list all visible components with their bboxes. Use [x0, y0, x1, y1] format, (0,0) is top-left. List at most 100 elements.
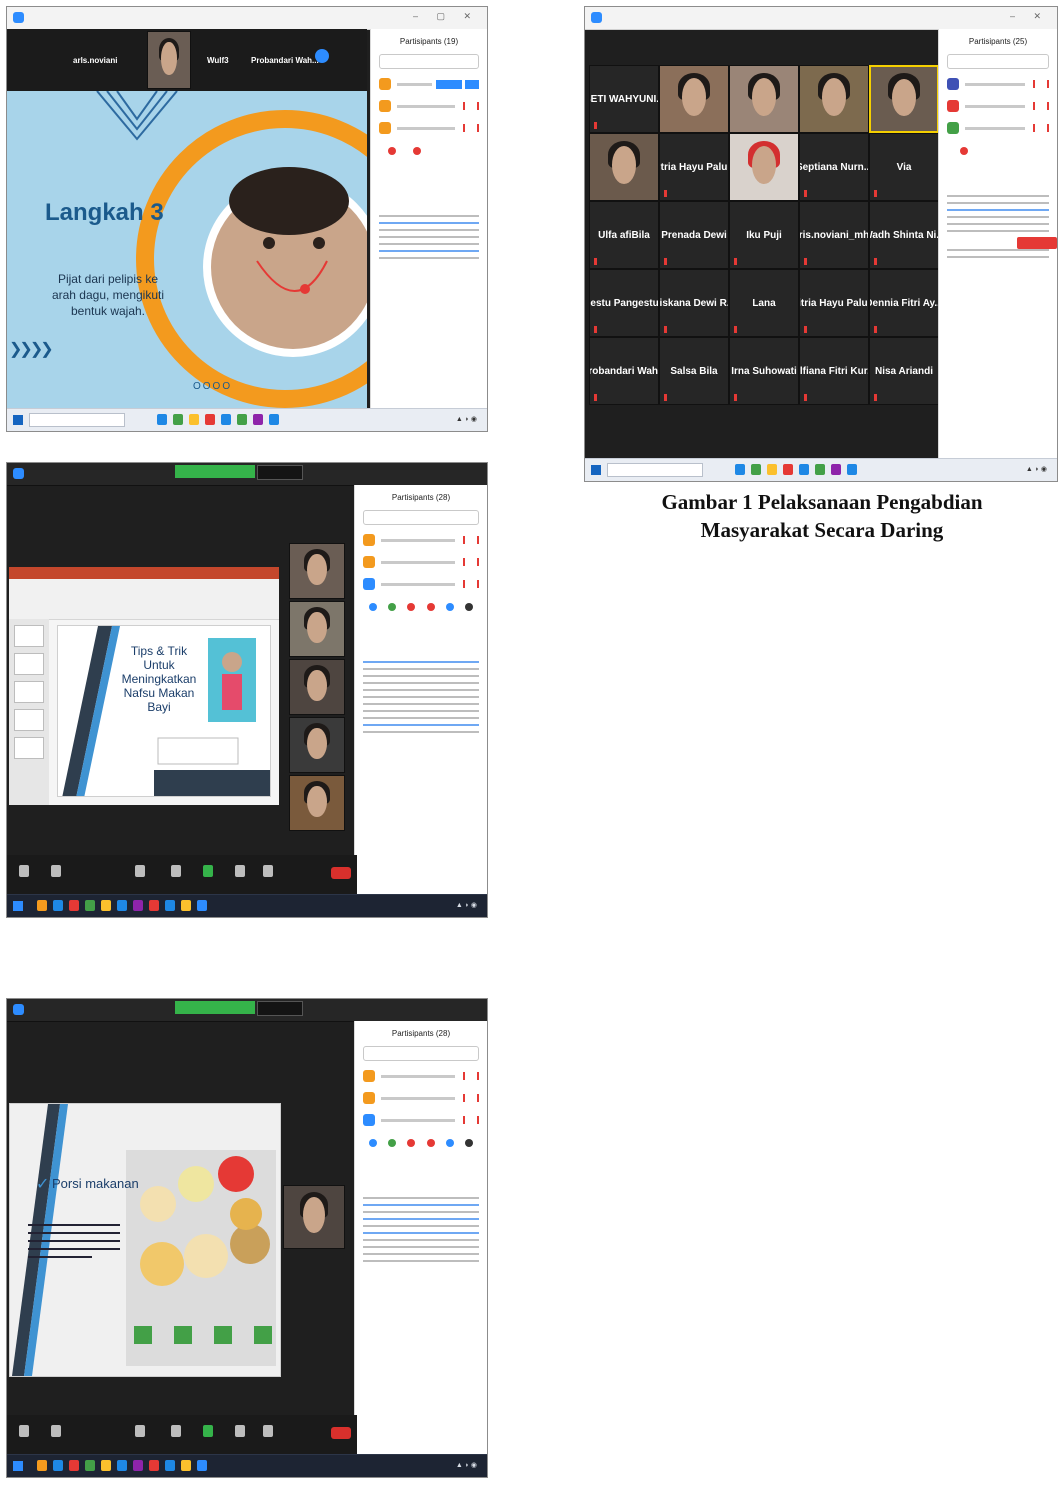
video-button[interactable]: [51, 1425, 61, 1437]
participant-row[interactable]: [363, 555, 479, 569]
participant-name: Irna Suhowati: [731, 365, 797, 377]
participants-button[interactable]: [135, 865, 145, 877]
gallery-tile: Irna Suhowati: [729, 337, 799, 405]
speaker-video: [147, 31, 191, 89]
participants-panel: Partisipants (19): [370, 29, 487, 409]
participants-header: Partisipants (28): [391, 1029, 451, 1038]
taskbar-apps[interactable]: [157, 414, 279, 425]
gallery-tile: Siskana Dewi R...: [659, 269, 729, 337]
reaction-bar[interactable]: [947, 147, 1049, 155]
participant-video: [289, 659, 345, 715]
taskbar-apps[interactable]: [37, 900, 207, 911]
participant-row[interactable]: [947, 77, 1049, 91]
windows-taskbar: ▲ ◗ ◉: [7, 408, 487, 431]
slide-canvas: Tips & Trik Untuk Meningkatkan Nafsu Mak…: [57, 625, 271, 797]
gallery-tile: Fitria Hayu Palupi: [659, 133, 729, 201]
participant-name: Lana: [752, 297, 776, 309]
gallery-tile: Via: [869, 133, 939, 201]
title-bar: – ✕: [585, 7, 1057, 30]
speaker-name-3: Probandari Wah...: [251, 56, 319, 65]
stop-share-button[interactable]: [257, 465, 303, 480]
record-button[interactable]: [235, 865, 245, 877]
participant-name: Fitria Hayu Palupi: [660, 161, 728, 173]
share-screen-button[interactable]: [203, 1425, 213, 1437]
participant-row[interactable]: [363, 1113, 479, 1127]
window-controls[interactable]: – ✕: [1010, 11, 1049, 22]
participant-search-input[interactable]: [379, 54, 479, 69]
gallery-tile: Probandari Wah...: [589, 337, 659, 405]
windows-start-icon[interactable]: [13, 415, 23, 425]
participant-name: aris.noviani_mhk: [799, 229, 869, 241]
participant-row[interactable]: [947, 121, 1049, 135]
chevron-arrows-icon: ❯❯❯❯: [9, 341, 54, 358]
participant-row[interactable]: [379, 121, 479, 135]
mute-button[interactable]: [19, 1425, 29, 1437]
chat-popup[interactable]: [1017, 237, 1057, 249]
share-screen-button[interactable]: [203, 865, 213, 877]
chat-button[interactable]: [171, 1425, 181, 1437]
taskbar-apps[interactable]: [735, 464, 857, 475]
reaction-bar[interactable]: [363, 603, 479, 611]
participant-row[interactable]: [379, 77, 479, 91]
windows-start-icon[interactable]: [13, 1461, 23, 1471]
participant-row[interactable]: [379, 99, 479, 113]
participant-row[interactable]: [363, 577, 479, 591]
participant-video-active-speaker: [869, 65, 939, 133]
screenshot-zoom-meeting-3: Tips & Trik Untuk Meningkatkan Nafsu Mak…: [6, 462, 488, 918]
participant-search-input[interactable]: [363, 1046, 479, 1061]
reaction-bar[interactable]: [363, 1139, 479, 1147]
participant-name: Salsa Bila: [670, 365, 718, 377]
windows-start-icon[interactable]: [13, 901, 23, 911]
taskbar-search-input[interactable]: [29, 413, 125, 427]
participant-name: Alfiana Fitri Kur...: [799, 365, 868, 377]
participant-search-input[interactable]: [363, 510, 479, 525]
participant-video: [729, 65, 799, 133]
more-button[interactable]: [465, 79, 479, 89]
slide-body-lines: [28, 1224, 120, 1264]
gallery-tile: Iku Puji: [729, 201, 799, 269]
window-controls[interactable]: – ▢ ✕: [413, 11, 479, 22]
figure-caption: Gambar 1 Pelaksanaan Pengabdian Masyarak…: [586, 488, 1058, 544]
chat-button[interactable]: [171, 865, 181, 877]
participant-name: Restu Pangestuti: [590, 297, 659, 309]
windows-start-icon[interactable]: [591, 465, 601, 475]
slide-title: Tips & Trik Untuk Meningkatkan Nafsu Mak…: [121, 644, 197, 714]
participants-button[interactable]: [135, 1425, 145, 1437]
slide-decoration: [96, 91, 367, 408]
participant-row[interactable]: [363, 533, 479, 547]
participant-name: Prenada Dewi: [661, 229, 727, 241]
taskbar-apps[interactable]: [37, 1460, 207, 1471]
zoom-logo-icon: [13, 12, 24, 23]
participant-row[interactable]: [947, 99, 1049, 113]
mute-button[interactable]: [19, 865, 29, 877]
record-button[interactable]: [235, 1425, 245, 1437]
participant-name: Probandari Wah...: [590, 365, 658, 377]
taskbar-search-input[interactable]: [607, 463, 703, 477]
slide-text: Pijat dari pelipis ke arah dagu, mengiku…: [51, 272, 165, 318]
next-page-icon[interactable]: [315, 49, 329, 63]
video-button[interactable]: [51, 865, 61, 877]
participant-search-input[interactable]: [947, 54, 1049, 69]
speaker-name-1: arls.noviani: [73, 56, 118, 65]
gallery-tile: Restu Pangestuti: [589, 269, 659, 337]
host-button[interactable]: [436, 79, 462, 89]
title-bar: [7, 463, 487, 486]
participant-video: [289, 775, 345, 831]
powerpoint-window: Tips & Trik Untuk Meningkatkan Nafsu Mak…: [9, 567, 279, 805]
participant-row[interactable]: [363, 1091, 479, 1105]
slide-thumbnails[interactable]: [9, 619, 49, 805]
gallery-tile: Septiana Nurn...: [799, 133, 869, 201]
shared-slide: Langkah 3 Pijat dari pelipis ke arah dag…: [7, 91, 367, 409]
windows-taskbar: ▲ ◗ ◉: [7, 1454, 487, 1477]
screenshot-zoom-meeting-2: – ✕ BETI WAHYUNI... Fitria Hayu Palupi S…: [584, 6, 1058, 482]
video-strip: [283, 1185, 345, 1249]
video-strip: [289, 543, 345, 833]
reactions-button[interactable]: [263, 1425, 273, 1437]
stop-share-button[interactable]: [257, 1001, 303, 1016]
end-meeting-button[interactable]: [331, 867, 351, 879]
reactions-button[interactable]: [263, 865, 273, 877]
end-meeting-button[interactable]: [331, 1427, 351, 1439]
participant-row[interactable]: [363, 1069, 479, 1083]
reaction-bar[interactable]: [379, 147, 479, 155]
speaker-name-2: Wulf3: [207, 56, 229, 65]
